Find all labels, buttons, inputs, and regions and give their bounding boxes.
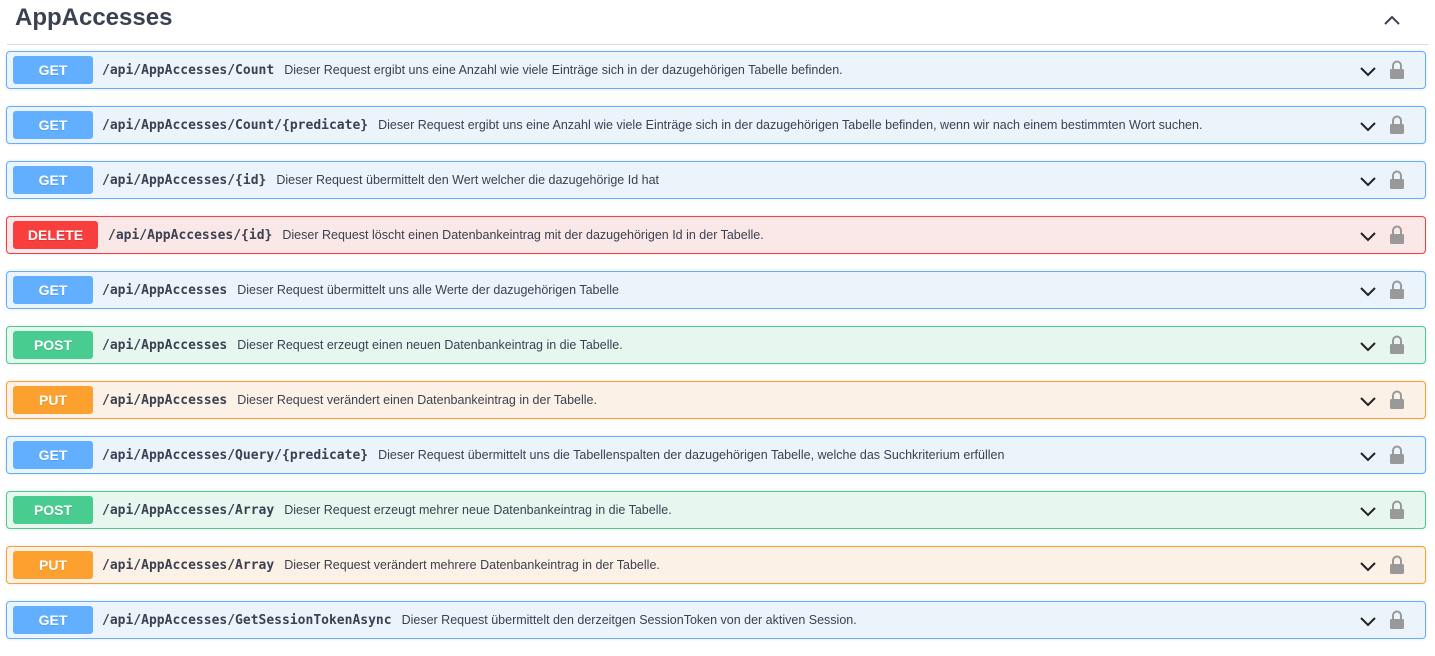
operation-summary-line: /api/AppAccesses/Count/{predicate} Dieser… bbox=[102, 107, 1202, 143]
chevron-down-icon[interactable] bbox=[1358, 336, 1378, 356]
method-badge: GET bbox=[13, 606, 93, 634]
operation-summary-line: /api/AppAccesses Dieser Request verändert… bbox=[102, 382, 597, 418]
operation-summary-line: /api/AppAccesses/{id} Dieser Request lösc… bbox=[108, 217, 764, 253]
operation-summary-line: /api/AppAccesses/Count Dieser Request erg… bbox=[102, 52, 843, 88]
lock-icon[interactable] bbox=[1387, 609, 1407, 631]
lock-icon[interactable] bbox=[1387, 389, 1407, 411]
chevron-down-icon[interactable] bbox=[1358, 556, 1378, 576]
chevron-down-icon[interactable] bbox=[1358, 116, 1378, 136]
operation-path: /api/AppAccesses/Count bbox=[102, 62, 275, 78]
method-badge: GET bbox=[13, 56, 93, 84]
chevron-down-icon[interactable] bbox=[1358, 501, 1378, 521]
operation-path: /api/AppAccesses/Array bbox=[102, 557, 275, 573]
operation-row-get[interactable]: GET/api/AppAccesses/GetSessionTokenAsync… bbox=[6, 601, 1426, 639]
operation-summary-line: /api/AppAccesses/Query/{predicate} Dieser… bbox=[102, 437, 1004, 473]
lock-icon[interactable] bbox=[1387, 59, 1407, 81]
operation-row-put[interactable]: PUT/api/AppAccesses Dieser Request veränd… bbox=[6, 381, 1426, 419]
operation-summary: Dieser Request übermittelt uns alle Wert… bbox=[237, 283, 619, 297]
lock-icon[interactable] bbox=[1387, 554, 1407, 576]
chevron-down-icon[interactable] bbox=[1358, 61, 1378, 81]
operation-summary: Dieser Request übermittelt uns die Tabel… bbox=[378, 448, 1005, 462]
section-title: AppAccesses bbox=[15, 4, 173, 31]
method-badge: GET bbox=[13, 276, 93, 304]
operation-path: /api/AppAccesses/GetSessionTokenAsync bbox=[102, 612, 392, 628]
method-badge: PUT bbox=[13, 386, 93, 414]
lock-icon[interactable] bbox=[1387, 224, 1407, 246]
operation-path: /api/AppAccesses/{id} bbox=[102, 172, 267, 188]
operation-row-get[interactable]: GET/api/AppAccesses/Count/{predicate} Die… bbox=[6, 106, 1426, 144]
operation-summary: Dieser Request ergibt uns eine Anzahl wi… bbox=[378, 118, 1203, 132]
chevron-down-icon[interactable] bbox=[1358, 446, 1378, 466]
method-badge: GET bbox=[13, 441, 93, 469]
operation-path: /api/AppAccesses/Query/{predicate} bbox=[102, 447, 369, 463]
operation-summary: Dieser Request löscht einen Datenbankein… bbox=[282, 228, 764, 242]
chevron-down-icon[interactable] bbox=[1358, 226, 1378, 246]
lock-icon[interactable] bbox=[1387, 334, 1407, 356]
operation-summary: Dieser Request übermittelt den Wert welc… bbox=[276, 173, 659, 187]
operation-path: /api/AppAccesses bbox=[102, 392, 228, 408]
lock-icon[interactable] bbox=[1387, 499, 1407, 521]
section-header[interactable]: AppAccesses bbox=[7, 0, 1428, 45]
operation-summary-line: /api/AppAccesses/Array Dieser Request erz… bbox=[102, 492, 672, 528]
operation-row-post[interactable]: POST/api/AppAccesses/Array Dieser Request… bbox=[6, 491, 1426, 529]
operations-list: GET/api/AppAccesses/Count Dieser Request … bbox=[6, 51, 1426, 656]
method-badge: DELETE bbox=[13, 221, 98, 249]
chevron-down-icon[interactable] bbox=[1358, 391, 1378, 411]
chevron-down-icon[interactable] bbox=[1358, 281, 1378, 301]
operation-summary-line: /api/AppAccesses/GetSessionTokenAsync Die… bbox=[102, 602, 857, 638]
operation-summary-line: /api/AppAccesses/{id} Dieser Request über… bbox=[102, 162, 659, 198]
chevron-down-icon[interactable] bbox=[1358, 171, 1378, 191]
chevron-up-icon[interactable] bbox=[1380, 9, 1404, 33]
lock-icon[interactable] bbox=[1387, 444, 1407, 466]
operation-path: /api/AppAccesses/Count/{predicate} bbox=[102, 117, 369, 133]
operation-row-get[interactable]: GET/api/AppAccesses/Query/{predicate} Die… bbox=[6, 436, 1426, 474]
operation-summary: Dieser Request verändert mehrere Datenba… bbox=[284, 558, 660, 572]
operation-path: /api/AppAccesses bbox=[102, 282, 228, 298]
operation-row-get[interactable]: GET/api/AppAccesses/Count Dieser Request … bbox=[6, 51, 1426, 89]
operation-path: /api/AppAccesses bbox=[102, 337, 228, 353]
operation-row-put[interactable]: PUT/api/AppAccesses/Array Dieser Request … bbox=[6, 546, 1426, 584]
operation-summary: Dieser Request ergibt uns eine Anzahl wi… bbox=[284, 63, 843, 77]
operation-path: /api/AppAccesses/{id} bbox=[108, 227, 273, 243]
method-badge: POST bbox=[13, 331, 93, 359]
operation-summary: Dieser Request übermittelt den derzeitge… bbox=[401, 613, 857, 627]
operation-summary-line: /api/AppAccesses Dieser Request erzeugt e… bbox=[102, 327, 623, 363]
method-badge: POST bbox=[13, 496, 93, 524]
operation-row-get[interactable]: GET/api/AppAccesses Dieser Request übermi… bbox=[6, 271, 1426, 309]
operation-summary: Dieser Request erzeugt einen neuen Daten… bbox=[237, 338, 623, 352]
method-badge: GET bbox=[13, 111, 93, 139]
method-badge: PUT bbox=[13, 551, 93, 579]
operation-row-get[interactable]: GET/api/AppAccesses/{id} Dieser Request ü… bbox=[6, 161, 1426, 199]
lock-icon[interactable] bbox=[1387, 114, 1407, 136]
operation-summary: Dieser Request erzeugt mehrer neue Daten… bbox=[284, 503, 672, 517]
operation-summary-line: /api/AppAccesses Dieser Request übermitte… bbox=[102, 272, 619, 308]
operation-row-delete[interactable]: DELETE/api/AppAccesses/{id} Dieser Reques… bbox=[6, 216, 1426, 254]
operation-path: /api/AppAccesses/Array bbox=[102, 502, 275, 518]
method-badge: GET bbox=[13, 166, 93, 194]
lock-icon[interactable] bbox=[1387, 279, 1407, 301]
lock-icon[interactable] bbox=[1387, 169, 1407, 191]
operation-summary-line: /api/AppAccesses/Array Dieser Request ver… bbox=[102, 547, 660, 583]
operation-summary: Dieser Request verändert einen Datenbank… bbox=[237, 393, 597, 407]
chevron-down-icon[interactable] bbox=[1358, 611, 1378, 631]
operation-row-post[interactable]: POST/api/AppAccesses Dieser Request erzeu… bbox=[6, 326, 1426, 364]
